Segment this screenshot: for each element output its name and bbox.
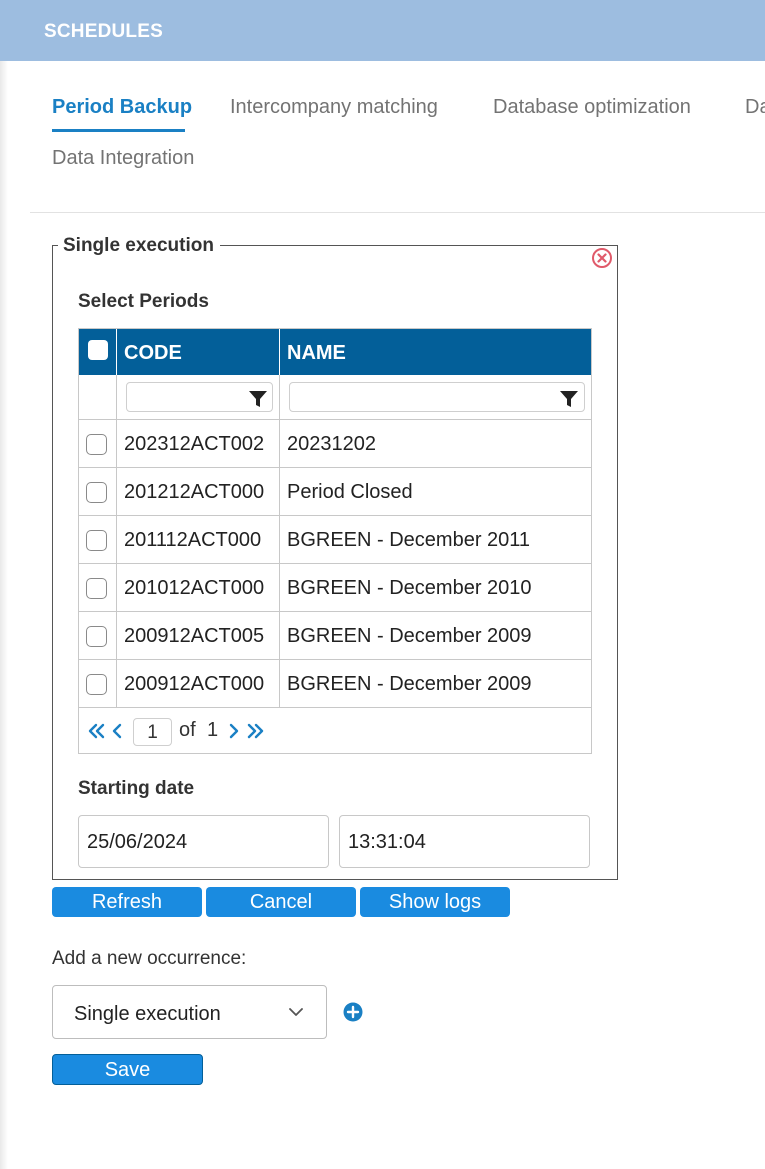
tab-period-backup[interactable]: Period Backup [52,96,192,119]
column-divider [116,516,117,563]
table-row[interactable]: 201012ACT000 BGREEN - December 2010 [79,564,591,612]
previous-page-icon[interactable] [112,722,123,740]
pager-total: 1 [207,719,219,741]
cancel-button[interactable]: Cancel [206,887,356,917]
pager-of-label: of [179,719,196,741]
first-page-icon[interactable] [88,722,105,740]
select-all-checkbox[interactable] [88,340,108,360]
show-logs-button[interactable]: Show logs [360,887,510,917]
last-page-icon[interactable] [247,722,264,740]
column-divider [116,468,117,515]
table-row[interactable]: 202312ACT002 20231202 [79,420,591,468]
column-divider [279,375,280,420]
save-button[interactable]: Save [52,1054,203,1085]
column-divider [116,420,117,467]
tab-intercompany-matching[interactable]: Intercompany matching [230,96,438,119]
cell-code: 202312ACT002 [124,433,265,455]
time-input[interactable]: 13:31:04 [339,815,590,868]
cell-code: 201212ACT000 [124,481,265,503]
table-row[interactable]: 201112ACT000 BGREEN - December 2011 [79,516,591,564]
add-icon[interactable] [343,1002,363,1022]
panel-legend: Single execution [58,235,220,257]
cell-name: BGREEN - December 2010 [287,577,532,599]
column-divider [279,516,280,563]
cell-name: BGREEN - December 2009 [287,625,532,647]
starting-date-label: Starting date [78,778,195,799]
cell-name: BGREEN - December 2009 [287,673,532,695]
cell-code: 200912ACT000 [124,673,265,695]
row-checkbox[interactable] [86,482,107,503]
occurrence-select[interactable]: Single execution [52,985,327,1039]
select-periods-label: Select Periods [78,291,209,312]
filter-icon[interactable] [559,389,579,409]
chevron-down-icon [289,1008,303,1016]
column-divider [279,420,280,467]
column-divider [279,612,280,659]
table-row[interactable]: 201212ACT000 Period Closed [79,468,591,516]
tab-database-optimization[interactable]: Database optimization [493,96,691,119]
next-page-icon[interactable] [228,722,239,740]
column-divider [116,660,117,707]
column-header-name[interactable]: NAME [287,329,346,375]
tabs-divider [30,212,765,213]
cell-name: 20231202 [287,433,376,455]
column-divider [279,564,280,611]
column-divider [279,468,280,515]
close-icon[interactable] [591,247,613,269]
cell-code: 201112ACT000 [124,529,262,551]
tab-data-integration[interactable]: Data Integration [52,147,194,170]
column-divider [116,612,117,659]
row-checkbox[interactable] [86,530,107,551]
schedules-header: SCHEDULES [0,0,765,61]
grid-header: CODE NAME [79,329,591,375]
page-number-input[interactable]: 1 [133,718,172,746]
select-all-cell [79,329,117,375]
left-gutter [0,61,8,1169]
filter-row [79,375,591,420]
occurrence-selected-value: Single execution [74,1003,221,1025]
cell-name: Period Closed [287,481,413,503]
table-row[interactable]: 200912ACT000 BGREEN - December 2009 [79,660,591,708]
column-divider [116,564,117,611]
refresh-button[interactable]: Refresh [52,887,202,917]
cell-code: 200912ACT005 [124,625,265,647]
page-title: SCHEDULES [44,21,163,42]
row-checkbox[interactable] [86,674,107,695]
column-divider [116,375,117,420]
row-checkbox[interactable] [86,626,107,647]
active-tab-indicator [52,129,185,132]
row-checkbox[interactable] [86,578,107,599]
filter-icon[interactable] [248,389,268,409]
periods-grid: CODE NAME 202312ACT002 20231202 201212AC… [78,328,592,754]
cell-name: BGREEN - December 2011 [287,529,531,551]
column-header-code[interactable]: CODE [124,329,182,375]
header-separator [279,329,280,375]
tab-truncated[interactable]: Da [745,96,765,119]
date-input[interactable]: 25/06/2024 [78,815,329,868]
column-divider [279,660,280,707]
cell-code: 201012ACT000 [124,577,265,599]
add-occurrence-label: Add a new occurrence: [52,948,247,969]
row-checkbox[interactable] [86,434,107,455]
table-row[interactable]: 200912ACT005 BGREEN - December 2009 [79,612,591,660]
grid-pager: 1 of 1 [79,708,591,754]
code-filter-input[interactable] [126,382,273,412]
name-filter-input[interactable] [289,382,585,412]
